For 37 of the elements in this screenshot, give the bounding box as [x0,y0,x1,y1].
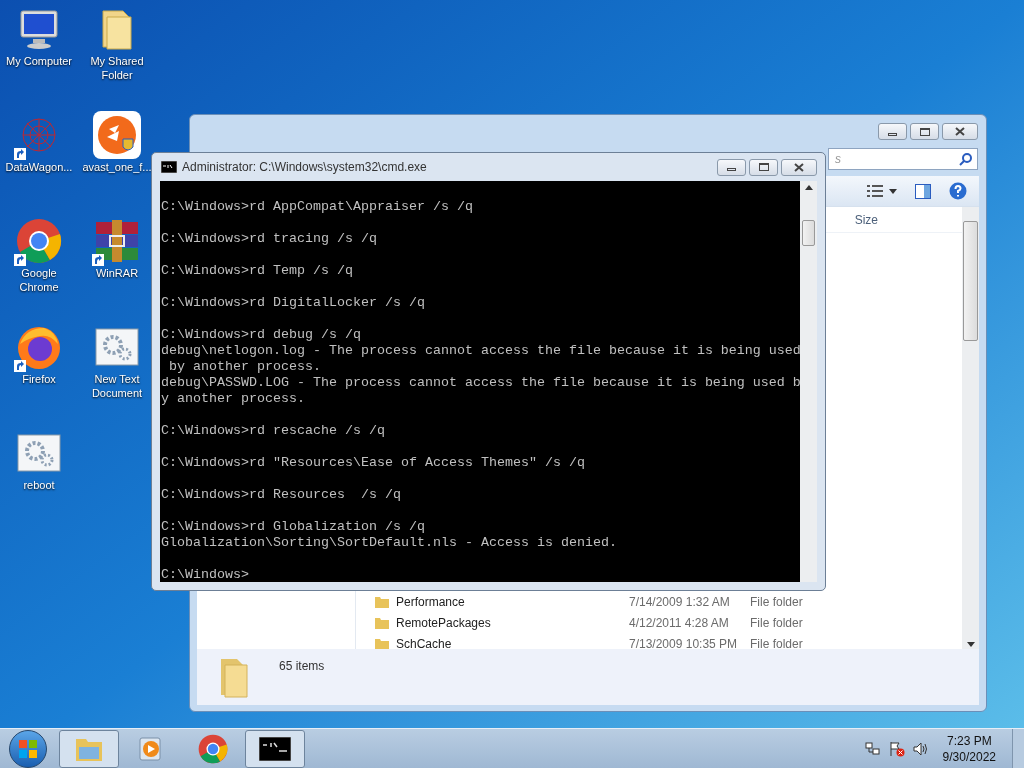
file-type: File folder [750,614,803,632]
console-line: C:\Windows>rd tracing /s /q [161,231,377,247]
item-count: 65 items [279,658,325,675]
desktop-icon-label[interactable]: Firefox [22,372,56,386]
column-header[interactable]: Size [854,210,878,229]
console-line: C:\Windows>rd "Resources\Ease of Access Themes" /s /q [161,455,585,471]
file-type: File folder [750,593,803,611]
console-line: C:\Windows>rd Resources /s /q [161,487,401,503]
window-title: Administrator: C:\Windows\system32\cmd.exe [182,159,427,176]
console-line: C:\Windows>rd DigitalLocker /s /q [161,295,425,311]
date-modified: 7/13/2009 10:35 PM [629,635,739,649]
clock[interactable]: 7:23 PM 9/30/2022 [942,732,996,765]
console-line: y another process. [161,391,305,407]
desktop-icon-label[interactable]: My Computer [6,54,72,68]
desktop-icon-label[interactable]: reboot [23,478,55,492]
console-line: by another process. [168,359,321,375]
console-line: C:\Windows>rd AppCompat\Appraiser /s /q [161,199,473,215]
desktop-icon-label[interactable]: avast_one_f... [82,160,152,174]
console-line: debug\netlogon.log - The process cannot access the file because it is being used [161,343,800,359]
desktop-icon-label[interactable]: DataWagon... [5,160,73,174]
date-modified: 4/12/2011 4:28 AM [629,614,730,632]
desktop-icon-label[interactable]: New Text Document [82,372,152,400]
console-line: C:\Windows>rd rescache /s /q [161,423,385,439]
file-name[interactable]: RemotePackages [396,613,629,632]
desktop-icon-label[interactable]: Google Chrome [4,266,74,294]
console-line: C:\Windows>rd Globalization /s /q [161,519,425,535]
file-type: File folder [750,635,803,649]
console-line: Globalization\Sorting\SortDefault.nls - Access is denied. [161,535,617,551]
file-name[interactable]: SchCache [396,634,629,649]
console-line: C:\Windows>rd debug /s /q [161,327,361,343]
date-modified: 7/14/2009 1:32 AM [629,593,731,611]
console-line: debug\PASSWD.LOG - The process cannot access the file because it is being used b [161,375,800,391]
console-line: C:\Windows> [161,567,249,582]
file-name[interactable]: Performance [396,592,629,611]
console-line: C:\Windows>rd Temp /s /q [161,263,353,279]
desktop-icon-label[interactable]: WinRAR [95,266,139,280]
desktop-icon-label[interactable]: My Shared Folder [82,54,152,82]
